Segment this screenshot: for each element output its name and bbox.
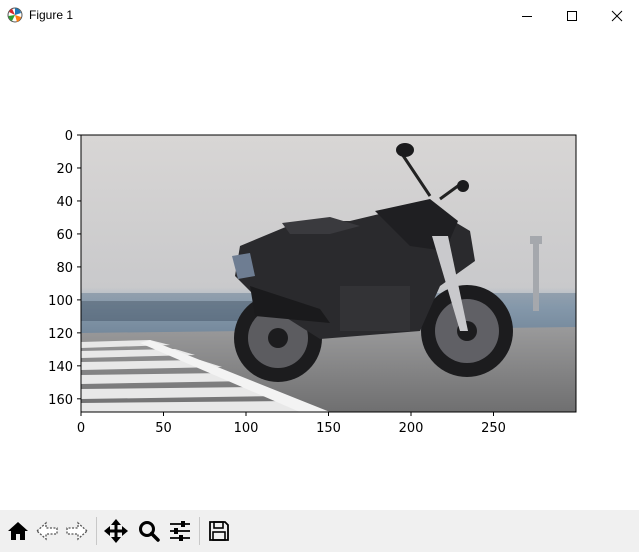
back-arrow-icon [36, 521, 58, 541]
minimize-icon [522, 15, 532, 17]
y-tick-label: 0 [65, 129, 73, 144]
zoom-button[interactable] [135, 517, 163, 545]
configure-subplots-button[interactable] [166, 517, 194, 545]
y-tick-label: 140 [48, 360, 73, 375]
save-button[interactable] [205, 517, 233, 545]
x-tick-label: 50 [155, 421, 172, 436]
y-tick-label: 20 [56, 162, 73, 177]
home-button[interactable] [4, 517, 32, 545]
pan-icon [104, 519, 128, 543]
navigation-toolbar [0, 510, 639, 552]
forward-button[interactable] [63, 517, 91, 545]
close-icon [611, 10, 623, 21]
forward-arrow-icon [66, 521, 88, 541]
window-titlebar: Figure 1 [0, 0, 639, 31]
x-tick-label: 200 [399, 421, 424, 436]
x-tick-label: 100 [234, 421, 259, 436]
y-axis: 0 20 40 60 80 100 120 140 160 [48, 129, 81, 408]
figure-canvas[interactable]: 0 20 40 60 80 100 120 140 160 0 50 100 150 200 250 [0, 31, 639, 510]
back-button[interactable] [33, 517, 61, 545]
zoom-icon [139, 521, 160, 542]
maximize-button[interactable] [549, 0, 595, 31]
x-axis: 0 50 100 150 200 250 [77, 412, 506, 436]
y-tick-label: 100 [48, 294, 73, 309]
home-icon [8, 522, 28, 540]
save-icon [209, 521, 229, 541]
x-tick-label: 150 [316, 421, 341, 436]
y-tick-label: 40 [56, 195, 73, 210]
axes-plot: 0 20 40 60 80 100 120 140 160 0 50 100 150 200 250 [48, 129, 577, 436]
y-tick-label: 120 [48, 327, 73, 342]
pan-button[interactable] [102, 517, 130, 545]
maximize-icon [567, 10, 577, 21]
y-tick-label: 160 [48, 393, 73, 408]
x-tick-label: 250 [481, 421, 506, 436]
x-tick-label: 0 [77, 421, 85, 436]
window-title: Figure 1 [29, 8, 74, 22]
toolbar-separator [199, 517, 200, 545]
motorcycle-photo [81, 135, 576, 412]
matplotlib-app-icon [7, 7, 23, 23]
subplots-config-icon [170, 521, 190, 541]
close-button[interactable] [594, 0, 639, 31]
minimize-button[interactable] [504, 0, 550, 31]
y-tick-label: 60 [56, 228, 73, 243]
toolbar-separator [96, 517, 97, 545]
y-tick-label: 80 [56, 261, 73, 276]
